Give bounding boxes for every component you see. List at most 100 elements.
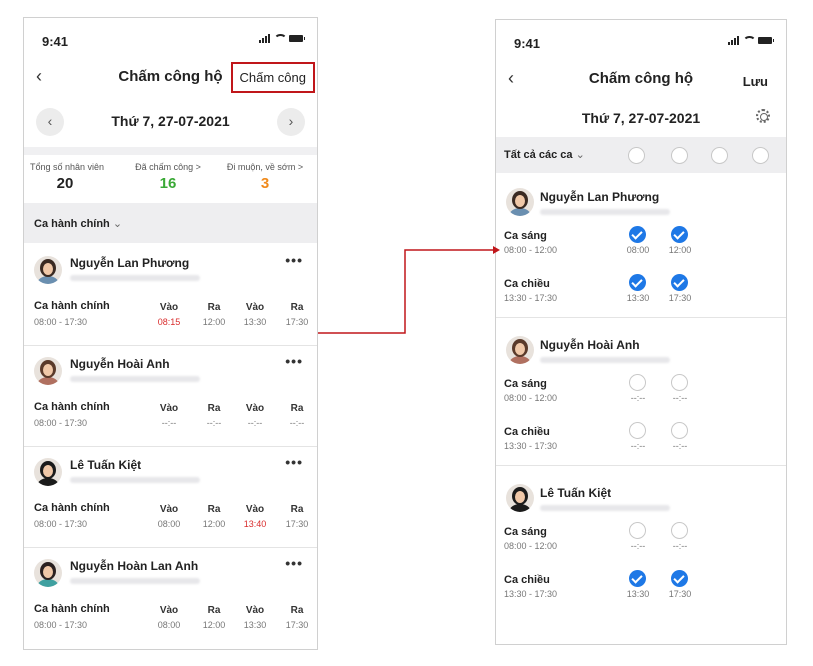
employee-subtitle-blurred	[540, 357, 670, 363]
right-screen: 9:41 ‹ Chấm công hộ Lưu Thứ 7, 27-07-202…	[495, 19, 787, 645]
checkin-checkbox[interactable]	[629, 226, 646, 243]
avatar	[34, 256, 62, 284]
select-all-circle[interactable]	[752, 147, 769, 164]
nav-bar: ‹ Chấm công hộ Lưu	[496, 64, 786, 96]
checkin-checkbox[interactable]	[629, 422, 646, 439]
attendance-column: Vào 08:15	[157, 302, 181, 327]
settings-icon[interactable]	[756, 109, 770, 123]
checkin-time: 17:30	[668, 589, 692, 599]
wifi-icon	[743, 36, 756, 45]
stat-late-early[interactable]: Đi muộn, về sớm > 3	[220, 162, 310, 192]
shift-group-dropdown[interactable]: Ca hành chính ⌄	[24, 203, 317, 243]
checkin-checkbox[interactable]	[671, 570, 688, 587]
attendance-column: Vào --:--	[159, 403, 179, 428]
avatar	[34, 357, 62, 385]
attendance-column: Ra 12:00	[202, 302, 226, 327]
more-icon[interactable]: •••	[285, 353, 303, 369]
shift-filter-bar[interactable]: Tất cả các ca ⌄	[496, 137, 786, 173]
checkin-checkbox[interactable]	[629, 570, 646, 587]
attendance-column: Vào --:--	[245, 403, 265, 428]
employee-subtitle-blurred	[540, 209, 670, 215]
shift-group-label: Ca hành chính	[34, 218, 110, 230]
attendance-column: Vào 08:00	[157, 504, 181, 529]
shift-time: 13:30 - 17:30	[504, 441, 558, 451]
stat-late-early-value: 3	[260, 175, 270, 192]
date-label: Thứ 7, 27-07-2021	[111, 113, 230, 129]
wifi-icon	[274, 34, 287, 43]
status-icons	[259, 34, 305, 43]
employee-name: Lê Tuấn Kiệt	[70, 458, 142, 472]
checkin-time: --:--	[630, 393, 646, 403]
battery-icon	[289, 35, 305, 42]
date-label: Thứ 7, 27-07-2021	[581, 110, 701, 126]
select-all-circle[interactable]	[628, 147, 645, 164]
separator	[24, 147, 317, 155]
checkin-checkbox[interactable]	[629, 374, 646, 391]
checkin-checkbox[interactable]	[629, 274, 646, 291]
employee-name: Nguyễn Hoài Anh	[70, 357, 170, 371]
status-time: 9:41	[514, 36, 541, 51]
shift-time: 08:00 - 12:00	[504, 245, 558, 255]
checkin-checkbox[interactable]	[671, 226, 688, 243]
employee-subtitle-blurred	[540, 505, 670, 511]
checkin-checkbox[interactable]	[671, 522, 688, 539]
more-icon[interactable]: •••	[285, 252, 303, 268]
attendance-column: Vào 13:30	[243, 605, 267, 630]
shift-name: Ca hành chính	[34, 603, 110, 615]
checkin-time: --:--	[630, 441, 646, 451]
checkin-time: 17:30	[668, 293, 692, 303]
row-divider	[496, 317, 786, 318]
avatar	[506, 336, 534, 364]
avatar	[34, 559, 62, 587]
attendance-column: Ra --:--	[289, 403, 305, 428]
select-all-circle[interactable]	[711, 147, 728, 164]
stat-total: Tổng số nhân viên 20	[30, 162, 105, 192]
attendance-column: Ra 17:30	[285, 302, 309, 327]
left-screen: 9:41 ‹ Chấm công hộ Chấm công ‹ Thứ 7, 2…	[23, 17, 318, 650]
status-time: 9:41	[42, 34, 69, 49]
more-icon[interactable]: •••	[285, 555, 303, 571]
employee-name: Nguyễn Lan Phương	[540, 190, 660, 204]
cham-cong-button[interactable]: Chấm công	[230, 62, 315, 93]
attendance-column: Vào 13:40	[243, 504, 267, 529]
row-divider	[24, 446, 317, 447]
shift-name: Ca sáng	[504, 378, 547, 390]
attendance-column: Ra 17:30	[285, 504, 309, 529]
employee-name: Nguyễn Hoài Anh	[540, 338, 640, 352]
shift-time: 08:00 - 17:30	[34, 620, 88, 630]
employee-subtitle-blurred	[70, 578, 200, 584]
employee-name: Nguyễn Lan Phương	[70, 256, 190, 270]
avatar	[34, 458, 62, 486]
avatar	[506, 188, 534, 216]
stats-row: Tổng số nhân viên 20 Đã chấm công > 16 Đ…	[24, 162, 317, 202]
date-bar: ‹ Thứ 7, 27-07-2021 ›	[24, 103, 317, 141]
employee-subtitle-blurred	[70, 275, 200, 281]
attendance-column: Ra 17:30	[285, 605, 309, 630]
employee-subtitle-blurred	[70, 376, 200, 382]
shift-name: Ca hành chính	[34, 300, 110, 312]
status-bar: 9:41	[496, 20, 786, 60]
attendance-column: Vào 13:30	[243, 302, 267, 327]
checkin-checkbox[interactable]	[629, 522, 646, 539]
checkin-time: --:--	[630, 541, 646, 551]
more-icon[interactable]: •••	[285, 454, 303, 470]
save-button[interactable]: Lưu	[743, 74, 768, 89]
shift-time: 08:00 - 17:30	[34, 519, 88, 529]
checkin-checkbox[interactable]	[671, 274, 688, 291]
stat-checked-in[interactable]: Đã chấm công > 16	[128, 162, 208, 192]
signal-icon	[728, 36, 739, 45]
shift-time: 13:30 - 17:30	[504, 293, 558, 303]
nav-bar: ‹ Chấm công hộ Chấm công	[24, 62, 317, 94]
checkin-checkbox[interactable]	[671, 374, 688, 391]
row-divider	[24, 345, 317, 346]
shift-time: 08:00 - 12:00	[504, 393, 558, 403]
next-date-button[interactable]: ›	[277, 108, 305, 136]
attendance-column: Vào 08:00	[157, 605, 181, 630]
chevron-down-icon: ⌄	[112, 218, 123, 230]
shift-name: Ca hành chính	[34, 502, 110, 514]
checkin-time: 13:30	[626, 293, 650, 303]
date-bar: Thứ 7, 27-07-2021	[496, 100, 786, 138]
select-all-circle[interactable]	[671, 147, 688, 164]
employee-name: Nguyễn Hoàn Lan Anh	[70, 559, 199, 573]
checkin-checkbox[interactable]	[671, 422, 688, 439]
